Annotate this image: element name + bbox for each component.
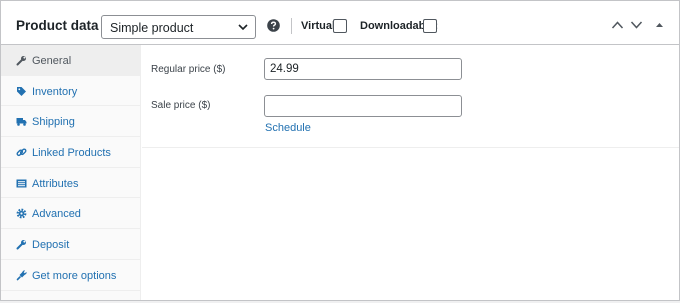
tab-attributes[interactable]: Attributes xyxy=(1,168,140,199)
chevron-down-icon[interactable] xyxy=(630,20,643,30)
product-data-tabs: General Inventory Shipping Linked Produc… xyxy=(1,45,141,300)
tab-label: Linked Products xyxy=(32,147,111,160)
tab-label: Deposit xyxy=(32,239,70,252)
tag-icon xyxy=(17,86,26,96)
tab-inventory[interactable]: Inventory xyxy=(1,76,140,107)
downloadable-checkbox[interactable] xyxy=(423,19,437,33)
link-icon xyxy=(16,148,27,157)
tab-label: Advanced xyxy=(32,208,81,221)
tab-linked-products[interactable]: Linked Products xyxy=(1,137,140,168)
tab-general[interactable]: General xyxy=(1,45,140,76)
tab-get-more-options[interactable]: Get more options xyxy=(1,260,140,291)
schedule-link[interactable]: Schedule xyxy=(265,122,311,134)
chevron-down-icon xyxy=(238,24,248,31)
product-type-value: Simple product xyxy=(110,21,194,35)
help-icon[interactable] xyxy=(267,19,280,32)
wrench-icon xyxy=(16,240,26,250)
product-data-panel: Product data — Simple product Virtual: D… xyxy=(0,0,680,301)
gear-icon xyxy=(16,209,27,219)
triangle-up-icon[interactable] xyxy=(653,20,666,30)
truck-icon xyxy=(16,118,27,127)
tab-label: General xyxy=(32,55,72,67)
chevron-up-icon[interactable] xyxy=(611,20,624,30)
sale-price-input[interactable] xyxy=(264,95,462,117)
tab-label: Inventory xyxy=(32,85,78,98)
general-panel: Regular price ($) Sale price ($) Schedul… xyxy=(142,45,679,148)
tab-label: Attributes xyxy=(32,177,79,190)
tab-label: Get more options xyxy=(32,269,117,282)
regular-price-input[interactable] xyxy=(264,58,462,80)
tab-deposit[interactable]: Deposit xyxy=(1,229,140,260)
virtual-checkbox[interactable] xyxy=(333,19,347,33)
list-icon xyxy=(16,179,27,188)
tab-label: Shipping xyxy=(32,116,75,129)
tab-shipping[interactable]: Shipping xyxy=(1,106,140,138)
tab-advanced[interactable]: Advanced xyxy=(1,198,140,230)
header-divider xyxy=(291,18,292,34)
wrench-icon xyxy=(16,56,26,66)
product-type-select[interactable]: Simple product xyxy=(101,15,256,39)
regular-price-label: Regular price ($) xyxy=(151,64,226,75)
panel-header: Product data — Simple product Virtual: D… xyxy=(1,1,679,45)
sale-price-label: Sale price ($) xyxy=(151,100,211,111)
plugin-icon xyxy=(16,269,27,281)
